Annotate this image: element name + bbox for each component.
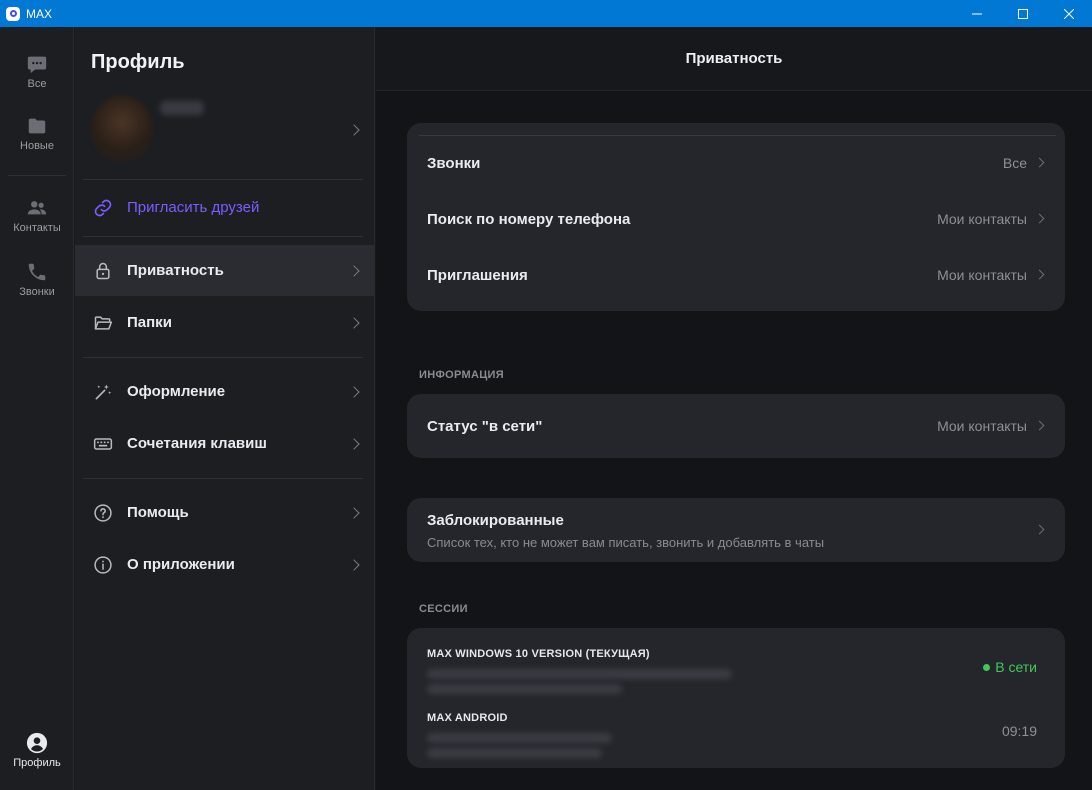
- session-details-redacted: [427, 748, 602, 758]
- status-card: Статус "в сети" Мои контакты: [407, 394, 1065, 458]
- online-status-text: В сети: [995, 659, 1037, 675]
- page-title: Профиль: [91, 51, 185, 73]
- row-calls[interactable]: Звонки Все: [407, 135, 1065, 191]
- session-item[interactable]: MAX WINDOWS 10 VERSION (ТЕКУЩАЯ) В сети: [407, 628, 1065, 694]
- menu-item-label: Сочетания клавиш: [127, 435, 267, 452]
- profile-panel: Профиль Пригласить друзей Приватность Па…: [75, 27, 375, 790]
- chevron-right-icon: [348, 317, 360, 329]
- online-status-badge: В сети: [983, 659, 1037, 675]
- chat-bubble-icon: [27, 56, 47, 74]
- rail-label: Все: [27, 78, 47, 90]
- chevron-right-icon: [1034, 157, 1045, 168]
- chevron-right-icon: [1034, 213, 1045, 224]
- blocked-description: Список тех, кто не может вам писать, зво…: [427, 535, 825, 550]
- invite-friends-label: Пригласить друзей: [127, 199, 260, 216]
- help-icon: [92, 502, 114, 524]
- menu-item-folders[interactable]: Папки: [75, 297, 374, 348]
- menu-item-label: Приватность: [127, 262, 224, 279]
- app-logo-icon: [6, 6, 20, 21]
- privacy-panel: Приватность Звонки Все Поиск по номеру т…: [376, 27, 1092, 790]
- chevron-right-icon: [348, 559, 360, 571]
- rail-label: Профиль: [13, 757, 61, 769]
- chevron-right-icon: [348, 265, 360, 277]
- blocked-label: Заблокированные: [427, 512, 564, 529]
- rail-label: Контакты: [13, 222, 61, 234]
- menu-item-label: О приложении: [127, 556, 235, 573]
- invite-friends-link[interactable]: Пригласить друзей: [75, 182, 374, 233]
- session-name: MAX WINDOWS 10 VERSION (ТЕКУЩАЯ): [427, 648, 650, 660]
- rail-item-calls[interactable]: Звонки: [0, 261, 74, 298]
- divider: [83, 357, 363, 358]
- row-phone-search[interactable]: Поиск по номеру телефона Мои контакты: [407, 191, 1065, 247]
- lock-icon: [92, 260, 114, 282]
- magic-wand-icon: [92, 381, 114, 403]
- divider: [83, 236, 363, 237]
- menu-item-privacy[interactable]: Приватность: [75, 245, 374, 296]
- menu-item-about[interactable]: О приложении: [75, 539, 374, 590]
- chevron-right-icon: [348, 438, 360, 450]
- menu-item-label: Папки: [127, 314, 172, 331]
- close-button[interactable]: [1046, 0, 1092, 27]
- contacts-icon: [27, 201, 47, 215]
- row-label: Звонки: [427, 154, 481, 172]
- section-label-info: ИНФОРМАЦИЯ: [419, 369, 504, 381]
- row-label: Поиск по номеру телефона: [427, 210, 631, 228]
- divider: [83, 179, 363, 180]
- chevron-right-icon: [1034, 269, 1045, 280]
- row-label: Приглашения: [427, 266, 528, 284]
- chevron-right-icon: [348, 124, 360, 136]
- menu-item-appearance[interactable]: Оформление: [75, 366, 374, 417]
- blocked-card[interactable]: Заблокированные Список тех, кто не может…: [407, 498, 1065, 562]
- link-icon: [92, 197, 114, 219]
- rail-item-new[interactable]: Новые: [0, 115, 74, 152]
- rail-item-all[interactable]: Все: [0, 53, 74, 90]
- session-name: MAX ANDROID: [427, 712, 508, 724]
- info-icon: [92, 554, 114, 576]
- privacy-header: Приватность: [376, 27, 1092, 91]
- avatar: [91, 95, 153, 163]
- rail-label: Новые: [20, 140, 54, 152]
- maximize-button[interactable]: [1000, 0, 1046, 27]
- session-item[interactable]: MAX ANDROID 09:19: [407, 692, 1065, 768]
- row-invitations[interactable]: Приглашения Мои контакты: [407, 247, 1065, 303]
- window-title: MAX: [26, 6, 53, 21]
- profile-avatar-icon: [26, 732, 48, 754]
- rail-divider: [8, 175, 66, 176]
- row-value: Мои контакты: [937, 211, 1027, 227]
- menu-item-shortcuts[interactable]: Сочетания клавиш: [75, 418, 374, 469]
- privacy-settings-card: Звонки Все Поиск по номеру телефона Мои …: [407, 123, 1065, 311]
- folder-open-icon: [92, 312, 114, 334]
- session-details-redacted: [427, 669, 732, 679]
- profile-card[interactable]: [75, 87, 374, 175]
- nav-rail: Все Новые Контакты Звонки Профиль: [0, 27, 74, 790]
- chevron-right-icon: [1034, 524, 1045, 535]
- rail-item-contacts[interactable]: Контакты: [0, 197, 74, 234]
- row-online-status[interactable]: Статус "в сети" Мои контакты: [407, 398, 1065, 454]
- row-value: Мои контакты: [937, 267, 1027, 283]
- folder-icon: [28, 118, 46, 134]
- row-value: Все: [1002, 155, 1027, 171]
- profile-name-redacted: [160, 101, 204, 115]
- menu-item-label: Оформление: [127, 383, 226, 400]
- minimize-button[interactable]: [954, 0, 1000, 27]
- phone-icon: [28, 263, 46, 281]
- row-label: Статус "в сети": [427, 417, 543, 435]
- privacy-title: Приватность: [685, 50, 783, 67]
- menu-item-help[interactable]: Помощь: [75, 487, 374, 538]
- title-bar: MAX: [0, 0, 1092, 27]
- divider: [83, 478, 363, 479]
- row-value: Мои контакты: [937, 418, 1027, 434]
- sessions-card: MAX WINDOWS 10 VERSION (ТЕКУЩАЯ) В сети …: [407, 628, 1065, 768]
- chevron-right-icon: [348, 386, 360, 398]
- rail-label: Звонки: [19, 286, 55, 298]
- keyboard-icon: [92, 433, 114, 455]
- menu-item-label: Помощь: [127, 504, 189, 521]
- rail-item-profile[interactable]: Профиль: [0, 732, 74, 769]
- session-details-redacted: [427, 733, 612, 743]
- section-label-sessions: СЕССИИ: [419, 603, 468, 615]
- session-last-seen: 09:19: [1001, 723, 1037, 739]
- chevron-right-icon: [1034, 420, 1045, 431]
- chevron-right-icon: [348, 507, 360, 519]
- online-dot-icon: [983, 663, 991, 671]
